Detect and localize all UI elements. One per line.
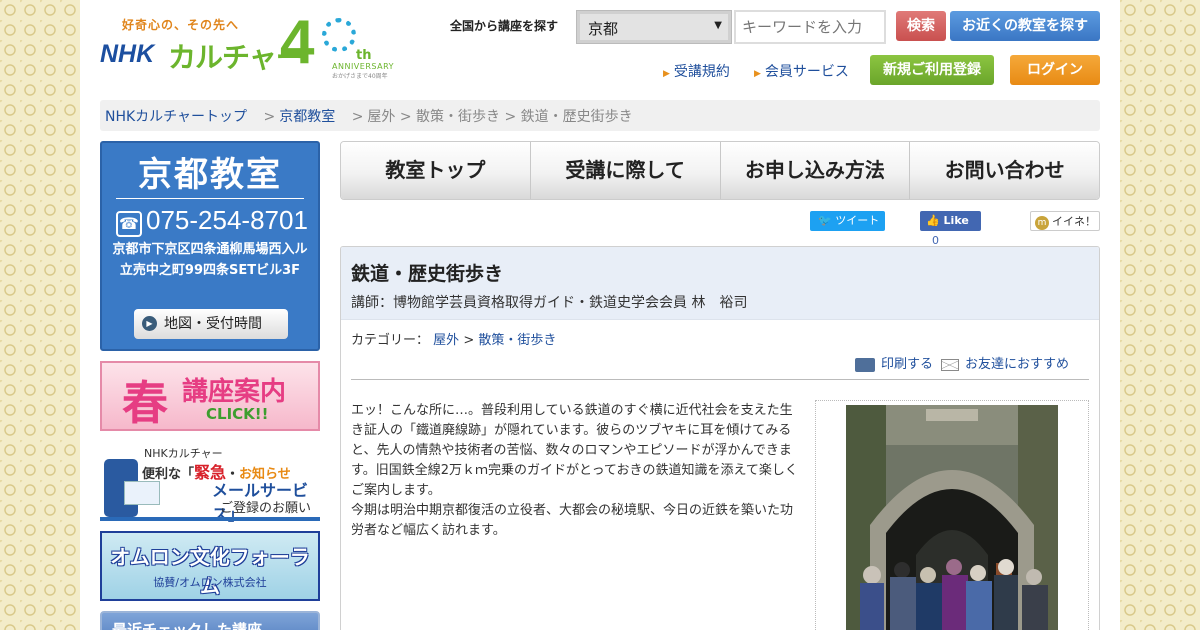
course-photo-tunnel [846, 405, 1058, 630]
course-description-p1: エッ！こんな所に…。普段利用している鉄道のすぐ横に近代社会を支えた生き証人の「鐵… [351, 403, 798, 498]
register-button[interactable]: 新規ご利用登録 [870, 55, 994, 85]
keyword-input[interactable] [734, 10, 886, 44]
facebook-like-button[interactable]: 👍 Like0 [920, 211, 981, 248]
recently-viewed-header: 最近チェックした講座 [100, 611, 320, 630]
page-container: 好奇心の、その先へ NHK カルチャー 4 th ANNIVERSARY おかげ… [80, 0, 1120, 630]
course-lecturer: 講師：博物館学芸員資格取得ガイド・鉄道史学会会員 林 裕司 [351, 295, 748, 311]
arrow-right-icon: ▶ [754, 69, 761, 79]
logo-slogan: 好奇心の、その先へ [122, 18, 240, 32]
breadcrumb-separator: > [351, 109, 364, 125]
member-service-link[interactable]: ▶ 会員サービス [754, 61, 849, 81]
breadcrumb-top-link[interactable]: NHKカルチャートップ [105, 109, 247, 125]
omron-banner-sponsor: 協賛/オムロン株式会社 [153, 576, 267, 589]
region-select[interactable]: 京都 ▼ [576, 10, 732, 44]
omron-forum-banner[interactable]: オムロン文化フォーラム 協賛/オムロン株式会社 [100, 531, 320, 601]
school-name: 京都教室 [138, 155, 282, 195]
member-link-label: 会員サービス [764, 64, 849, 80]
category-link-outdoor[interactable]: 屋外 [433, 333, 459, 348]
iine-label: イイネ！ [1052, 215, 1096, 228]
course-description-p2: 今期は明治中期京都復活の立役者、大都会の秘境駅、今日の近鉄を築いた功労者など幅広… [351, 503, 794, 538]
logo-anniversary: ANNIVERSARY [332, 62, 395, 71]
printer-icon [855, 357, 875, 372]
logo-ring-icon [322, 18, 356, 52]
arrow-right-icon: ▶ [663, 69, 670, 79]
category-separator: > [463, 333, 479, 348]
divider [351, 379, 1089, 380]
divider [116, 198, 304, 199]
twitter-bird-icon: 🐦 [818, 214, 832, 227]
breadcrumb: NHKカルチャートップ > 京都教室 > 屋外 > 散策・街歩き > 鉄道・歴史街歩… [100, 100, 1100, 131]
school-phone[interactable]: 075-254-8701 [146, 205, 308, 236]
spring-banner-text: 講座案内 [182, 377, 287, 407]
spring-banner-haru: 春 [122, 376, 168, 430]
breadcrumb-school-link[interactable]: 京都教室 [279, 109, 335, 125]
mail-banner-benri: 便利な「 [142, 467, 195, 482]
school-nav: 教室トップ 受講に際して お申し込み方法 お問い合わせ [340, 141, 1100, 200]
recommend-friend-link[interactable]: お友達におすすめ [941, 353, 1069, 372]
school-info-box: 京都教室 ☎ 075-254-8701 京都市下京区四条通柳馬場西入ル 立売中之… [100, 141, 320, 351]
category-label: カテゴリー： [351, 333, 430, 348]
course-header: 鉄道・歴史街歩き 講師：博物館学芸員資格取得ガイド・鉄道史学会会員 林 裕司 [341, 247, 1099, 320]
omron-banner-title: オムロン文化フォーラム [110, 545, 310, 598]
tweet-label: ツイート [835, 214, 880, 227]
thumbs-up-icon: 👍 [926, 214, 940, 227]
course-detail-panel: 鉄道・歴史街歩き 講師：博物館学芸員資格取得ガイド・鉄道史学会会員 林 裕司 カ… [340, 246, 1100, 630]
mail-service-banner[interactable]: NHKカルチャー 便利な「緊急・お知らせ メールサービス」 ご登録のお願い [100, 441, 320, 524]
map-hours-button[interactable]: ▶ 地図・受付時間 [134, 309, 288, 339]
print-label: 印刷する [881, 357, 934, 372]
login-button[interactable]: ログイン [1010, 55, 1100, 85]
recommend-label: お友達におすすめ [965, 357, 1070, 372]
nearby-school-button[interactable]: お近くの教室を探す [950, 11, 1100, 41]
like-label: Like [943, 214, 969, 227]
iine-button[interactable]: m イイネ！ [1030, 211, 1100, 231]
school-address-line1: 京都市下京区四条通柳馬場西入ル [112, 242, 308, 257]
spring-course-banner[interactable]: 春 講座案内 CLICK!! [100, 361, 320, 431]
logo-nhk: NHK [100, 40, 155, 68]
tunnel-photo-image [846, 405, 1058, 630]
logo-forty: 4 [280, 8, 315, 77]
logo-th: th [356, 48, 372, 63]
envelope-icon [124, 481, 160, 505]
mail-banner-please: ご登録のお願い [220, 501, 312, 516]
course-title: 鉄道・歴史街歩き [351, 263, 504, 285]
region-select-value: 京都 [588, 20, 619, 38]
spring-banner-click: CLICK!! [206, 405, 269, 423]
map-hours-label: 地図・受付時間 [164, 316, 262, 332]
terms-link-label: 受講規約 [673, 64, 730, 80]
nav-how-to-apply[interactable]: お申し込み方法 [720, 142, 911, 199]
site-logo[interactable]: 好奇心の、その先へ NHK カルチャー 4 th ANNIVERSARY おかげ… [100, 8, 394, 82]
mail-icon [941, 358, 959, 371]
logo-sub: おかげさまで40周年 [332, 73, 388, 80]
school-address: 京都市下京区四条通柳馬場西入ル 立売中之町99四条SETビル3F [108, 239, 312, 281]
school-address-line2: 立売中之町99四条SETビル3F [119, 263, 301, 278]
mixi-icon: m [1035, 216, 1049, 230]
search-button[interactable]: 検索 [896, 11, 946, 41]
course-photo-frame [815, 400, 1089, 630]
nav-attendance-notes[interactable]: 受講に際して [530, 142, 721, 199]
nav-school-top[interactable]: 教室トップ [341, 142, 531, 199]
breadcrumb-current-path: 屋外 > 散策・街歩き > 鉄道・歴史街歩き [367, 109, 633, 125]
category-link-walk[interactable]: 散策・街歩き [478, 333, 556, 348]
chevron-down-icon: ▼ [714, 20, 722, 31]
tweet-button[interactable]: 🐦 ツイート [810, 211, 885, 231]
course-description: エッ！こんな所に…。普段利用している鉄道のすぐ横に近代社会を支えた生き証人の「鐵… [351, 401, 803, 541]
terms-link[interactable]: ▶ 受講規約 [663, 61, 730, 81]
mail-banner-underline [100, 517, 320, 521]
phone-icon: ☎ [116, 211, 142, 237]
course-category: カテゴリー： 屋外 > 散策・街歩き [351, 329, 556, 348]
play-icon: ▶ [142, 316, 157, 331]
breadcrumb-separator: > [263, 109, 276, 125]
print-link[interactable]: 印刷する [855, 353, 933, 372]
nav-contact[interactable]: お問い合わせ [910, 142, 1099, 199]
search-label: 全国から講座を探す [450, 19, 559, 33]
